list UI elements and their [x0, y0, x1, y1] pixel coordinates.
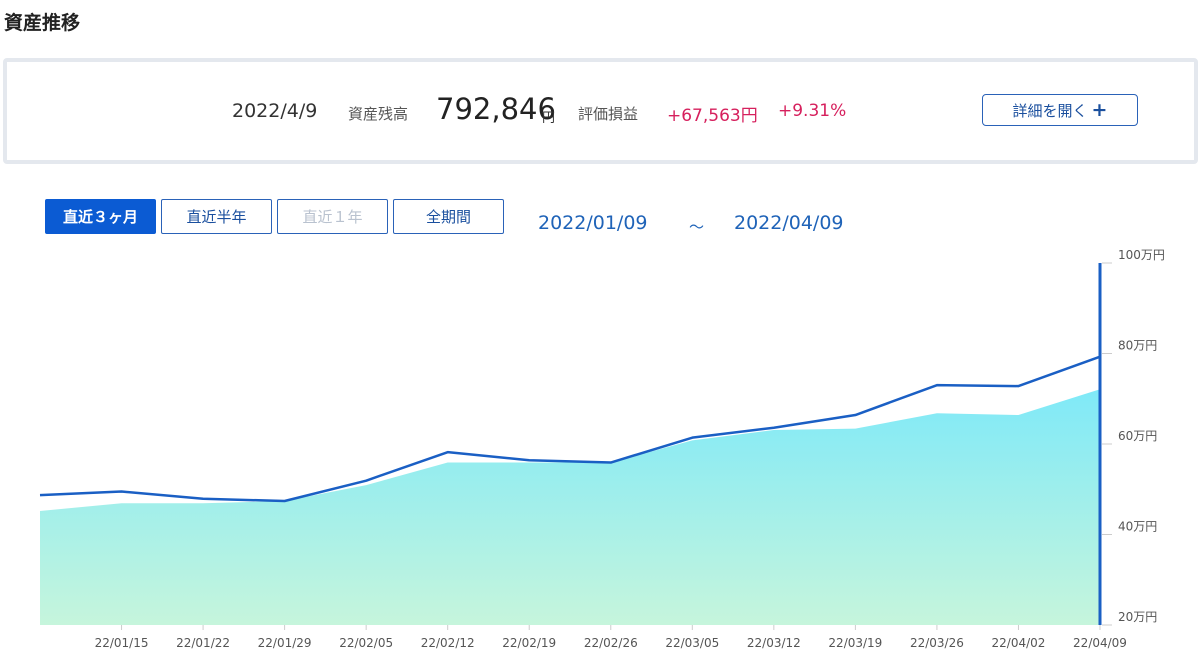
x-tick-label: 22/03/26: [910, 636, 964, 650]
x-tick-label: 22/02/12: [421, 636, 475, 650]
x-tick-label: 22/03/12: [747, 636, 801, 650]
asset-chart: 100万円 80万円 60万円 40万円 20万円 22/01/15 22/01/22 22/…: [39, 248, 1165, 650]
y-tick-label: 20万円: [1118, 610, 1157, 624]
x-tick-label: 22/03/19: [828, 636, 882, 650]
y-tick-label: 40万円: [1118, 520, 1157, 534]
x-tick-label: 22/04/02: [992, 636, 1046, 650]
y-tick-label: 80万円: [1118, 339, 1157, 353]
y-tick-label: 100万円: [1118, 248, 1165, 262]
y-tick-label: 60万円: [1118, 429, 1157, 443]
x-tick-label: 22/02/05: [339, 636, 393, 650]
x-tick-label: 22/02/26: [584, 636, 638, 650]
x-tick-label: 22/01/15: [95, 636, 149, 650]
x-tick-label: 22/03/05: [665, 636, 719, 650]
x-tick-label: 22/04/09: [1073, 636, 1127, 650]
x-tick-label: 22/01/22: [176, 636, 230, 650]
x-tick-label: 22/02/19: [502, 636, 556, 650]
x-tick-label: 22/01/29: [258, 636, 312, 650]
valuation-area: [40, 389, 1100, 625]
